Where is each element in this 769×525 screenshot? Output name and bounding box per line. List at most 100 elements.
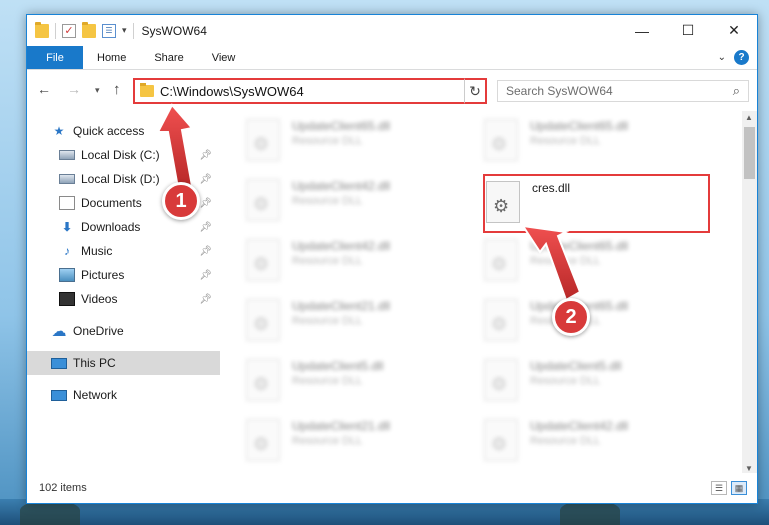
- network-icon: [51, 389, 67, 401]
- dll-file-icon: [246, 239, 280, 281]
- minimize-button[interactable]: —: [619, 15, 665, 46]
- file-type: Resource DLL: [530, 375, 601, 387]
- file-item[interactable]: UpdateClient42.dll Resource DLL: [484, 415, 714, 469]
- qat-dropdown-icon[interactable]: ▾: [122, 25, 127, 36]
- cloud-icon: ☁: [51, 323, 67, 340]
- cres-highlight-box: [483, 174, 710, 233]
- pin-icon[interactable]: 📌︎: [199, 174, 212, 185]
- pin-icon[interactable]: 📌︎: [199, 270, 212, 281]
- file-type: Resource DLL: [292, 195, 363, 207]
- ribbon-tabs: File Home Share View ⌄ ?: [27, 46, 757, 70]
- dll-file-icon: [484, 359, 518, 401]
- annotation-badge-step-1: 1: [162, 182, 200, 220]
- sidebar-item-pictures[interactable]: Pictures 📌︎: [27, 263, 220, 287]
- sidebar-item-network[interactable]: Network: [27, 383, 220, 407]
- address-path[interactable]: C:\Windows\SysWOW64: [160, 84, 463, 99]
- large-icons-view-icon[interactable]: ▦: [731, 481, 747, 495]
- toolbar-separator: [55, 22, 56, 39]
- tab-share[interactable]: Share: [140, 46, 197, 69]
- address-row: ← → ▾ ↑ C:\Windows\SysWOW64 ⌄ ↻ Search S…: [27, 71, 757, 111]
- file-item[interactable]: UpdateClient65.dllResource DLL: [484, 115, 714, 169]
- recent-locations-icon[interactable]: ▾: [95, 85, 100, 96]
- sidebar-item-label: This PC: [73, 356, 116, 370]
- sidebar-item-label: Pictures: [81, 268, 125, 282]
- sidebar-item-label: Local Disk (C:): [81, 148, 160, 162]
- scroll-down-icon[interactable]: ▼: [745, 464, 753, 473]
- file-name: UpdateClient65.dll: [292, 119, 391, 133]
- dll-file-icon: [484, 239, 518, 281]
- toolbar-separator: [132, 22, 134, 39]
- file-name: UpdateClient42.dll: [292, 179, 391, 193]
- file-type: Resource DLL: [530, 435, 601, 447]
- videos-icon: [59, 292, 75, 306]
- pictures-icon: [59, 268, 75, 282]
- file-item[interactable]: UpdateClient5.dll Resource DLL: [246, 355, 476, 409]
- maximize-button[interactable]: ☐: [665, 15, 711, 46]
- back-arrow-icon[interactable]: ←: [37, 81, 51, 97]
- tab-file[interactable]: File: [27, 46, 83, 69]
- sidebar-item-this-pc[interactable]: This PC: [27, 351, 220, 375]
- tab-view[interactable]: View: [198, 46, 250, 69]
- forward-arrow-icon[interactable]: →: [67, 81, 81, 97]
- search-icon[interactable]: ⌕: [733, 83, 740, 99]
- sidebar-item-downloads[interactable]: ⬇ Downloads 📌︎: [27, 215, 220, 239]
- sidebar-item-videos[interactable]: Videos 📌︎: [27, 287, 220, 311]
- music-icon: ♪: [64, 244, 70, 258]
- file-name: UpdateClient5.dll: [292, 359, 384, 373]
- chevron-down-icon[interactable]: ⌄: [718, 52, 726, 63]
- help-icon[interactable]: ?: [734, 50, 749, 65]
- dll-file-icon: [246, 179, 280, 221]
- dll-file-icon: [246, 359, 280, 401]
- tab-home[interactable]: Home: [83, 46, 140, 69]
- file-item[interactable]: UpdateClient42.dll Resource DLL: [246, 175, 476, 229]
- sidebar-item-label: Downloads: [81, 220, 141, 234]
- properties-check-icon[interactable]: ✓: [62, 23, 76, 38]
- sidebar-item-label: Videos: [81, 292, 118, 306]
- sidebar-item-local-disk-c[interactable]: Local Disk (C:) 📌︎: [27, 143, 220, 167]
- close-button[interactable]: ✕: [711, 15, 757, 46]
- file-item[interactable]: UpdateClient65.dllResource DLL: [484, 295, 714, 349]
- pin-icon[interactable]: 📌︎: [199, 222, 212, 233]
- file-item[interactable]: UpdateClient65.dllResource DLL: [484, 235, 714, 289]
- file-name: UpdateClient42.dll: [530, 419, 629, 433]
- new-folder-icon[interactable]: [82, 21, 96, 38]
- file-type: Resource DLL: [292, 435, 363, 447]
- pin-icon[interactable]: 📌︎: [199, 150, 212, 161]
- file-type: Resource DLL: [292, 375, 363, 387]
- scroll-up-icon[interactable]: ▲: [745, 113, 753, 122]
- file-name: UpdateClient21.dll: [292, 299, 391, 313]
- file-item[interactable]: UpdateClient5.dll Resource DLL: [484, 355, 714, 409]
- address-bar[interactable]: C:\Windows\SysWOW64 ⌄: [133, 78, 483, 104]
- file-name: UpdateClient21.dll: [292, 419, 391, 433]
- pin-icon[interactable]: 📌︎: [199, 198, 212, 209]
- item-count: 102 items: [39, 482, 87, 494]
- window-controls: — ☐ ✕: [619, 15, 757, 46]
- file-item[interactable]: UpdateClient21.dll Resource DLL: [246, 415, 476, 469]
- palm-silhouette: [20, 501, 80, 525]
- folder-icon: [140, 83, 154, 97]
- file-item[interactable]: UpdateClient42.dll Resource DLL: [246, 235, 476, 289]
- sidebar-item-quick-access[interactable]: ★ Quick access: [27, 119, 220, 143]
- refresh-button[interactable]: ↻: [464, 78, 487, 104]
- file-type: Resource DLL: [530, 255, 601, 267]
- scrollbar-thumb[interactable]: [744, 127, 755, 179]
- up-arrow-icon[interactable]: ↑: [113, 81, 121, 98]
- file-explorer-window: ✓ ☰ ▾ SysWOW64 — ☐ ✕ File Home Share Vie…: [26, 14, 758, 504]
- pin-icon[interactable]: 📌︎: [199, 294, 212, 305]
- sidebar-item-music[interactable]: ♪ Music 📌︎: [27, 239, 220, 263]
- search-input[interactable]: Search SysWOW64 ⌕: [497, 80, 749, 102]
- details-view-icon[interactable]: ☰: [711, 481, 727, 495]
- vertical-scrollbar[interactable]: ▲ ▼: [742, 111, 757, 475]
- sidebar-item-label: Local Disk (D:): [81, 172, 160, 186]
- sidebar-item-label: OneDrive: [73, 324, 124, 338]
- view-options-icon[interactable]: ☰: [102, 23, 116, 38]
- file-type: Resource DLL: [292, 135, 363, 147]
- sidebar-item-onedrive[interactable]: ☁ OneDrive: [27, 319, 220, 343]
- file-item[interactable]: UpdateClient21.dll Resource DLL: [246, 295, 476, 349]
- pin-icon[interactable]: 📌︎: [199, 246, 212, 257]
- sidebar-item-label: Quick access: [73, 124, 145, 138]
- file-name: UpdateClient5.dll: [530, 359, 622, 373]
- navigation-pane: ★ Quick access Local Disk (C:) 📌︎ Local …: [27, 111, 220, 475]
- status-bar: 102 items ☰ ▦: [27, 473, 757, 503]
- file-item[interactable]: UpdateClient65.dll Resource DLL: [246, 115, 476, 169]
